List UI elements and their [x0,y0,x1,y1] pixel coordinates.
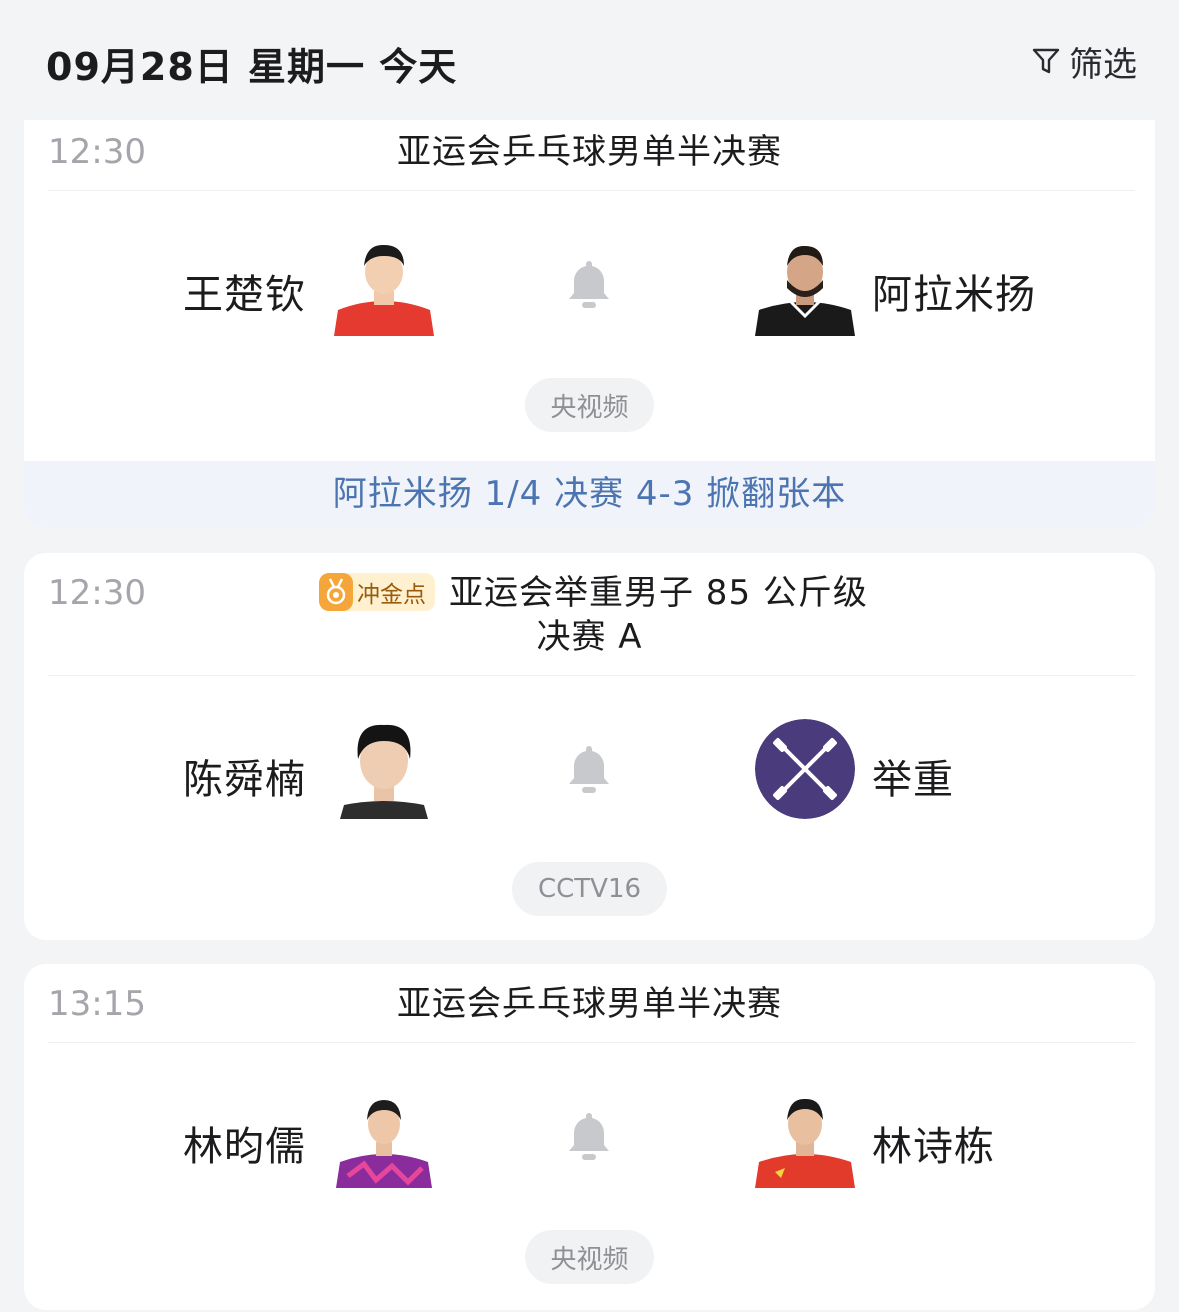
away-player-name: 阿拉米扬 [872,272,1036,318]
broadcast-channel[interactable]: CCTV16 [512,862,667,916]
home-player-name: 陈舜楠 [183,757,306,803]
date-title: 09月28日 星期一 今天 [46,45,458,89]
away-player-name: 林诗栋 [872,1124,995,1170]
home-player-name: 林昀儒 [183,1124,306,1170]
divider [48,675,1135,676]
home-player-avatar[interactable] [334,1088,434,1188]
gold-badge-label: 冲金点 [357,582,426,608]
filter-icon [1032,48,1060,74]
broadcast-channel[interactable]: 央视频 [525,1230,654,1284]
filter-label: 筛选 [1069,44,1137,85]
away-player-name: 举重 [872,757,954,803]
match-card[interactable]: 12:30 亚运会乒乓球男单半决赛 王楚钦 阿拉米扬 央视频 阿拉米扬 1/4 … [24,120,1155,528]
away-player-avatar[interactable] [755,1088,855,1188]
match-news-bar[interactable]: 阿拉米扬 1/4 决赛 4-3 掀翻张本 [24,461,1155,528]
bell-icon[interactable] [565,258,613,310]
match-card[interactable]: 12:30 冲金点 亚运会举重男子 85 公斤级 决赛 A 陈舜楠 举重 CCT… [24,553,1155,940]
date-header: 09月28日 星期一 今天 筛选 [0,0,1179,120]
bell-icon[interactable] [565,1110,613,1162]
divider [48,190,1135,191]
bell-icon[interactable] [565,743,613,795]
match-title-line2: 决赛 A [536,617,643,657]
divider [48,1042,1135,1043]
home-player-avatar[interactable] [334,719,434,819]
gold-medal-badge: 冲金点 [319,573,435,611]
match-time: 12:30 [48,573,146,613]
filter-button[interactable]: 筛选 [1031,38,1137,85]
match-title-line1: 亚运会举重男子 85 公斤级 [449,573,868,613]
match-title: 亚运会乒乓球男单半决赛 [397,132,782,172]
match-card[interactable]: 13:15 亚运会乒乓球男单半决赛 林昀儒 林诗栋 央视频 [24,964,1155,1310]
away-player-avatar[interactable] [755,236,855,336]
home-player-avatar[interactable] [334,236,434,336]
weightlifting-icon[interactable] [755,719,855,819]
broadcast-channel[interactable]: 央视频 [525,378,654,432]
medal-icon [319,573,353,611]
home-player-name: 王楚钦 [183,272,306,318]
match-title: 亚运会乒乓球男单半决赛 [397,984,782,1024]
